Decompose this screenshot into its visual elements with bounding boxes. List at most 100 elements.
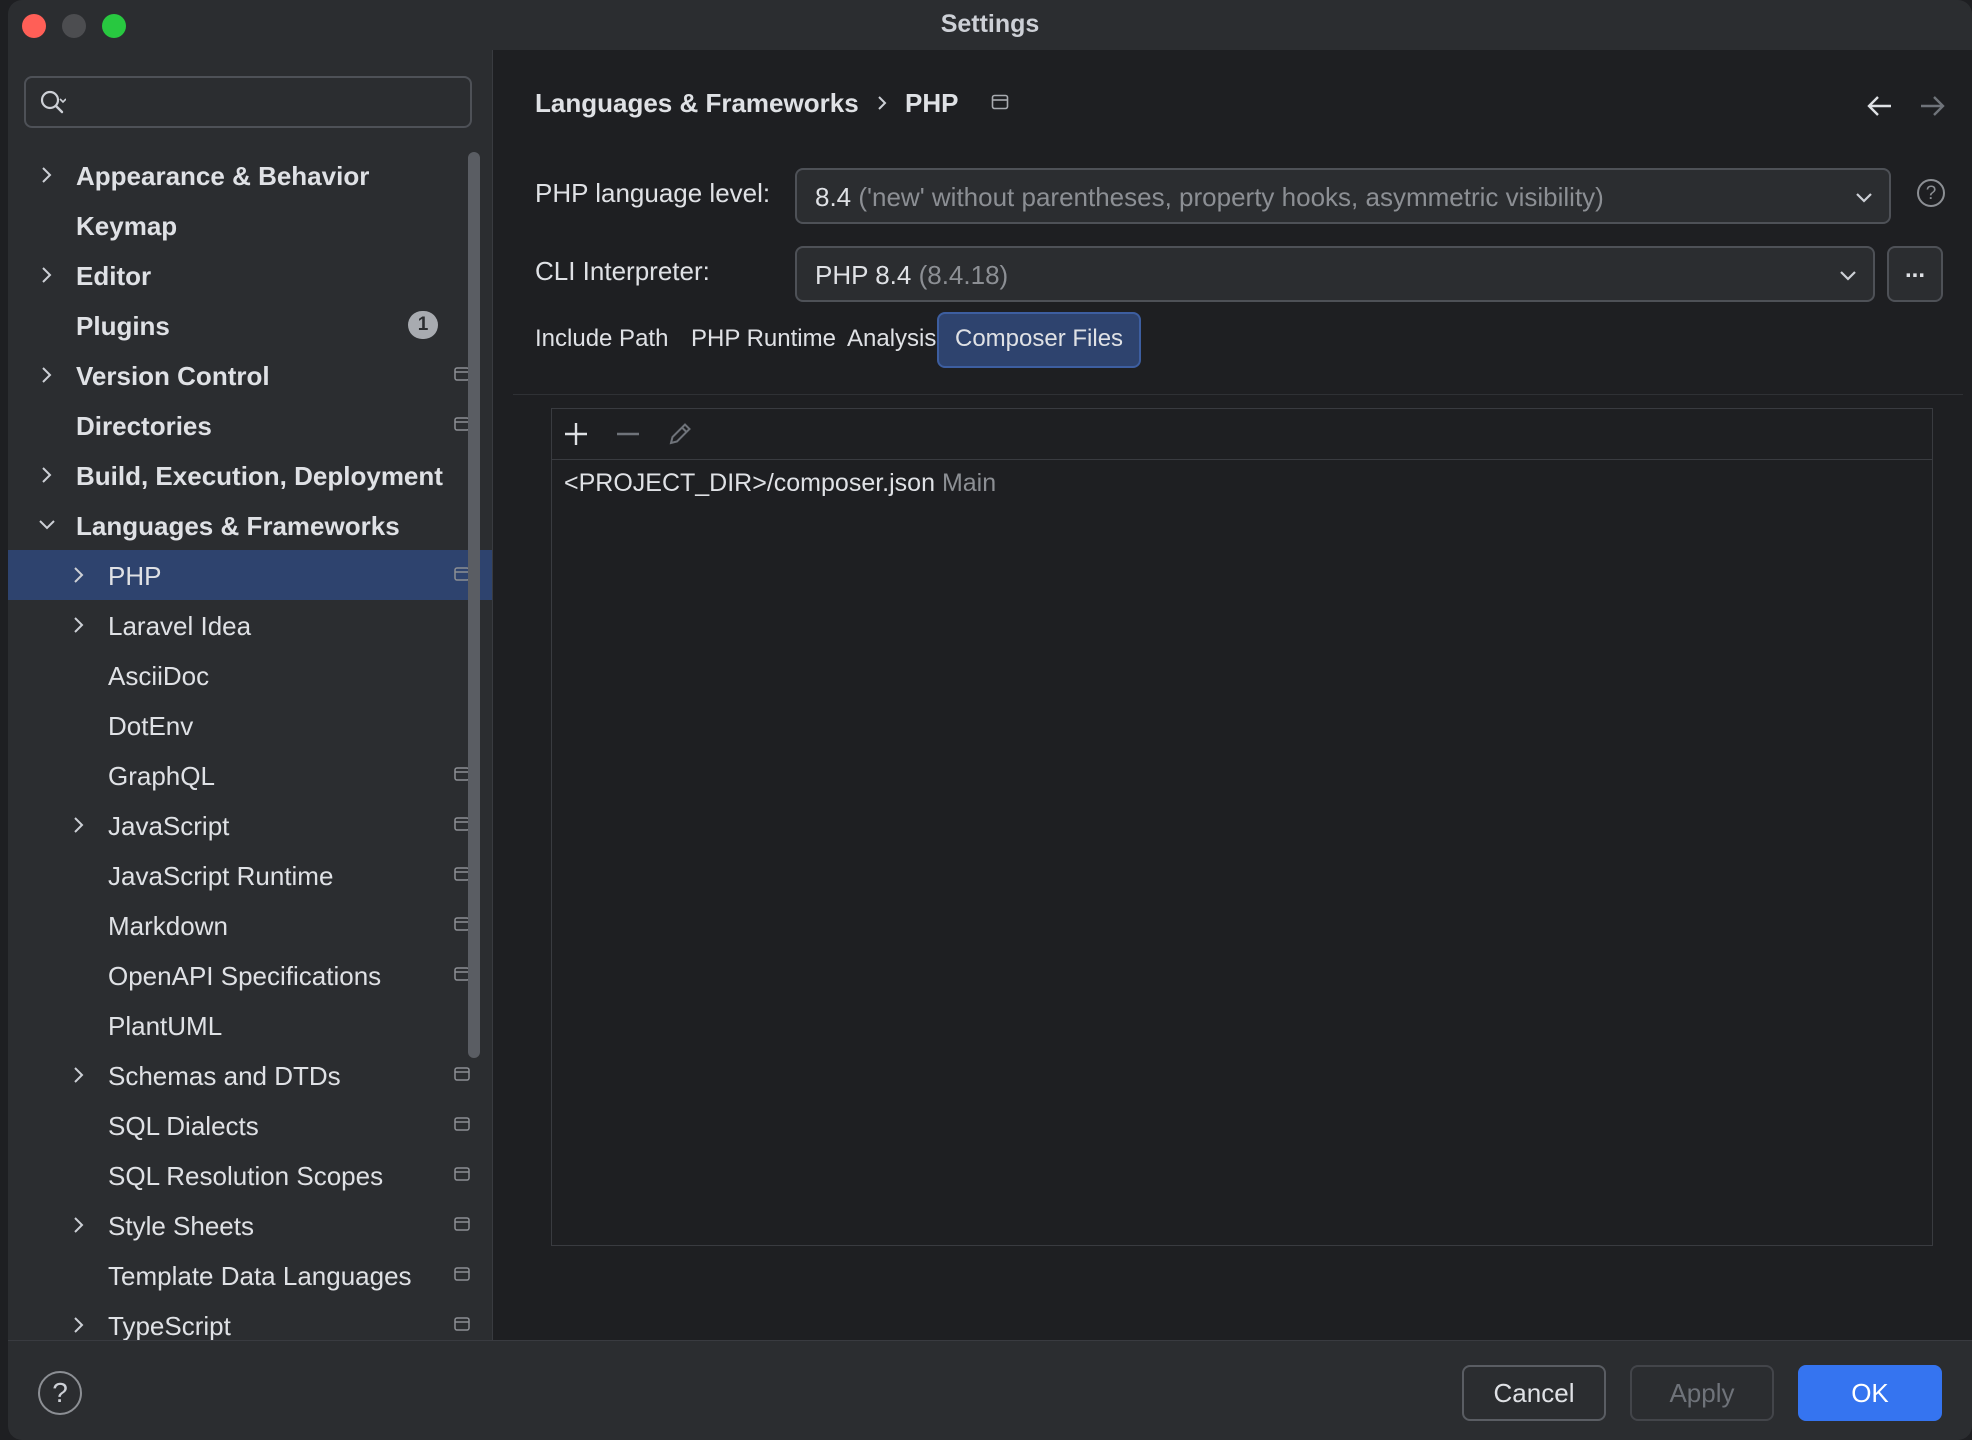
sidebar-item-plugins[interactable]: Plugins 1 (8, 300, 492, 350)
sidebar-item-asciidoc[interactable]: AsciiDoc (8, 650, 492, 700)
chevron-right-icon[interactable] (36, 363, 58, 387)
chevron-right-icon[interactable] (68, 1213, 90, 1237)
sidebar-item-graphql[interactable]: GraphQL (8, 750, 492, 800)
help-button[interactable]: ? (38, 1371, 82, 1415)
settings-window: Settings Appearance & Behavior Keymap Edit… (8, 0, 1972, 1440)
project-scope-icon (454, 1317, 470, 1331)
breadcrumb-current: PHP (905, 88, 959, 118)
composer-files-toolbar (552, 409, 1932, 460)
search-icon[interactable] (40, 90, 66, 116)
sidebar-item-appearance-behavior[interactable]: Appearance & Behavior (8, 150, 492, 200)
project-scope-icon (454, 1217, 470, 1231)
language-level-hint: ('new' without parentheses, property hoo… (858, 182, 1604, 212)
sidebar-item-schemas-and-dtds[interactable]: Schemas and DTDs (8, 1050, 492, 1100)
sidebar-item-openapi-specifications[interactable]: OpenAPI Specifications (8, 950, 492, 1000)
sidebar-item-label: SQL Resolution Scopes (108, 1161, 384, 1191)
breadcrumb-parent[interactable]: Languages & Frameworks (535, 88, 859, 119)
chevron-right-icon[interactable] (36, 263, 58, 287)
ok-button[interactable]: OK (1798, 1365, 1942, 1421)
tab-php-runtime[interactable]: PHP Runtime (675, 312, 852, 368)
language-level-value: 8.4 ('new' without parentheses, property… (815, 182, 1604, 212)
sidebar-item-label: OpenAPI Specifications (108, 961, 382, 991)
chevron-right-icon (878, 96, 887, 110)
sidebar-item-label: JavaScript (108, 811, 230, 841)
sidebar-item-style-sheets[interactable]: Style Sheets (8, 1200, 492, 1250)
search-input[interactable] (82, 86, 456, 120)
cancel-button[interactable]: Cancel (1462, 1365, 1606, 1421)
sidebar-item-label: Markdown (108, 911, 228, 941)
add-icon[interactable] (562, 420, 590, 448)
cli-interpreter-select[interactable]: PHP 8.4 (8.4.18) (795, 246, 1875, 302)
cli-interpreter-value: PHP 8.4 (8.4.18) (815, 260, 1009, 290)
project-scope-icon (454, 1067, 470, 1081)
sidebar-item-markdown[interactable]: Markdown (8, 900, 492, 950)
sidebar-item-label: Keymap (76, 211, 178, 241)
sidebar-item-label: Directories (76, 411, 212, 441)
sidebar-item-label: Build, Execution, Deployment (76, 461, 443, 491)
apply-button[interactable]: Apply (1630, 1365, 1774, 1421)
sidebar-item-label: Laravel Idea (108, 611, 252, 641)
project-scope-icon (991, 94, 1009, 110)
sidebar-item-plantuml[interactable]: PlantUML (8, 1000, 492, 1050)
plugins-update-badge: 1 (408, 311, 438, 339)
window-title: Settings (940, 10, 1040, 38)
language-level-select[interactable]: 8.4 ('new' without parentheses, property… (795, 168, 1891, 224)
settings-sidebar: Appearance & Behavior Keymap Editor Plugins… (8, 50, 492, 1341)
tab-include-path[interactable]: Include Path (519, 312, 684, 368)
project-scope-icon (454, 1117, 470, 1131)
sidebar-item-label: JavaScript Runtime (108, 861, 334, 891)
sidebar-item-php[interactable]: PHP (8, 550, 492, 600)
arrow-right-icon[interactable] (1917, 92, 1947, 120)
sidebar-item-label: AsciiDoc (108, 661, 210, 691)
settings-content: Languages & Frameworks PHP PHP language … (492, 50, 1972, 1340)
sidebar-item-template-data-languages[interactable]: Template Data Languages (8, 1250, 492, 1300)
sidebar-item-label: GraphQL (108, 761, 215, 791)
sidebar-item-editor[interactable]: Editor (8, 250, 492, 300)
sidebar-item-build-execution-deployment[interactable]: Build, Execution, Deployment (8, 450, 492, 500)
sidebar-item-label: PHP (108, 561, 162, 591)
tab-analysis[interactable]: Analysis (831, 312, 952, 368)
help-icon[interactable]: ? (1917, 179, 1945, 207)
sidebar-item-label: Template Data Languages (108, 1261, 412, 1291)
chevron-down-icon[interactable] (36, 513, 58, 537)
sidebar-item-laravel-idea[interactable]: Laravel Idea (8, 600, 492, 650)
cli-interpreter-hint: (8.4.18) (918, 260, 1009, 290)
sidebar-item-label: Languages & Frameworks (76, 511, 400, 541)
language-level-label: PHP language level: (535, 178, 771, 208)
sidebar-item-sql-dialects[interactable]: SQL Dialects (8, 1100, 492, 1150)
sidebar-item-label: Editor (76, 261, 152, 291)
chevron-right-icon[interactable] (36, 463, 58, 487)
project-scope-icon (454, 1167, 470, 1181)
sidebar-item-label: TypeScript (108, 1311, 231, 1341)
composer-file-path: <PROJECT_DIR>/composer.json (564, 469, 935, 497)
sidebar-item-directories[interactable]: Directories (8, 400, 492, 450)
chevron-right-icon[interactable] (68, 813, 90, 837)
chevron-right-icon[interactable] (68, 1313, 90, 1337)
sidebar-scrollbar[interactable] (468, 152, 480, 1058)
composer-file-tag: Main (941, 469, 997, 497)
sidebar-item-javascript-runtime[interactable]: JavaScript Runtime (8, 850, 492, 900)
chevron-down-icon (1840, 271, 1856, 281)
arrow-left-icon[interactable] (1865, 92, 1895, 120)
tab-divider (513, 394, 1963, 395)
chevron-right-icon[interactable] (36, 163, 58, 187)
edit-icon[interactable] (666, 420, 694, 448)
chevron-right-icon[interactable] (68, 1063, 90, 1087)
project-scope-icon (454, 1267, 470, 1281)
sidebar-item-label: Style Sheets (108, 1211, 254, 1241)
sidebar-item-keymap[interactable]: Keymap (8, 200, 492, 250)
remove-icon[interactable] (614, 420, 642, 448)
sidebar-item-sql-resolution-scopes[interactable]: SQL Resolution Scopes (8, 1150, 492, 1200)
chevron-right-icon[interactable] (68, 613, 90, 637)
list-item[interactable]: <PROJECT_DIR>/composer.json Main (564, 469, 996, 498)
chevron-right-icon[interactable] (68, 563, 90, 587)
search-box[interactable] (24, 76, 472, 128)
tab-composer-files[interactable]: Composer Files (937, 312, 1142, 368)
configure-interpreters-button[interactable]: ... (1887, 246, 1943, 302)
sidebar-item-dotenv[interactable]: DotEnv (8, 700, 492, 750)
sidebar-item-javascript[interactable]: JavaScript (8, 800, 492, 850)
sidebar-item-version-control[interactable]: Version Control (8, 350, 492, 400)
sidebar-item-languages-frameworks[interactable]: Languages & Frameworks (8, 500, 492, 550)
title-bar: Settings (8, 0, 1972, 50)
cli-interpreter-label: CLI Interpreter: (535, 256, 710, 286)
